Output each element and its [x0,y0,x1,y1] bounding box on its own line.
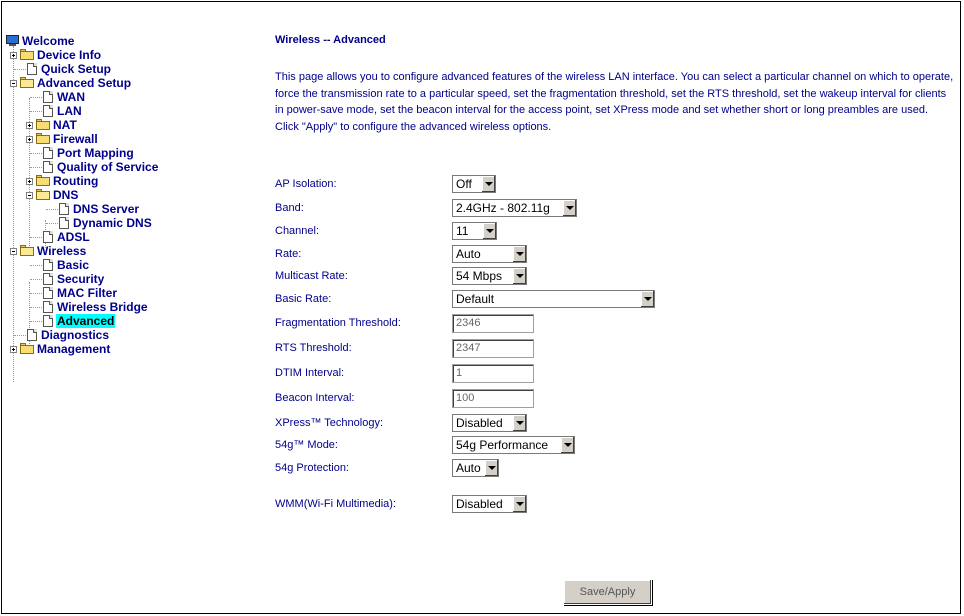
dropdown-arrow-icon[interactable] [512,246,526,262]
dropdown-arrow-icon[interactable] [640,291,654,307]
folder-open-icon [20,77,34,88]
page-icon [43,161,53,173]
dropdown-arrow-icon[interactable] [562,200,576,216]
band-label: Band: [275,202,304,214]
collapse-icon[interactable] [10,248,17,255]
page-icon [27,63,37,75]
nav-tree: Welcome Device Info Quick Setup Advanced… [2,2,252,613]
folder-icon [36,175,50,186]
dropdown-arrow-icon[interactable] [481,176,495,192]
multicast-rate-label: Multicast Rate: [275,270,348,282]
expand-icon[interactable] [10,346,17,353]
basic-rate-select[interactable]: Default [452,290,655,308]
page-icon [59,217,69,229]
expand-icon[interactable] [26,136,33,143]
rate-value: Auto [456,247,481,261]
page-icon [43,231,53,243]
monitor-icon [6,35,19,46]
page-icon [43,105,53,117]
dropdown-arrow-icon[interactable] [560,437,574,453]
band-value: 2.4GHz - 802.11g [456,201,550,215]
description-text: This page allows you to configure advanc… [275,71,954,117]
xpress-technology-value: Disabled [456,416,503,430]
multicast-rate-value: 54 Mbps [456,269,503,283]
page-icon [43,315,53,327]
instruction-text: Click "Apply" to configure the advanced … [275,120,552,133]
54g-mode-label: 54g™ Mode: [275,439,338,451]
collapse-icon[interactable] [10,80,17,87]
fragmentation-threshold-input[interactable]: 2346 [452,314,534,333]
wmm-label: WMM(Wi-Fi Multimedia): [275,498,396,510]
page-icon [43,259,53,271]
54g-mode-value: 54g Performance [456,438,549,452]
54g-mode-select[interactable]: 54g Performance [452,436,575,454]
dropdown-arrow-icon[interactable] [512,496,526,512]
dtim-interval-input[interactable]: 1 [452,364,534,383]
channel-select[interactable]: 11 [452,222,497,240]
beacon-interval-input[interactable]: 100 [452,389,534,408]
folder-icon [36,119,50,130]
rts-threshold-label: RTS Threshold: [275,342,352,354]
rate-label: Rate: [275,248,302,260]
basic-rate-value: Default [456,292,495,306]
collapse-icon[interactable] [26,192,33,199]
folder-icon [20,343,34,354]
expand-icon[interactable] [26,178,33,185]
channel-label: Channel: [275,225,320,237]
54g-protection-label: 54g Protection: [275,462,349,474]
basic-rate-label: Basic Rate: [275,293,332,305]
page-description: This page allows you to configure advanc… [275,69,955,135]
folder-icon [36,133,50,144]
rate-select[interactable]: Auto [452,245,527,263]
page-icon [43,273,53,285]
wmm-select[interactable]: Disabled [452,495,527,513]
fragmentation-threshold-label: Fragmentation Threshold: [275,317,401,329]
dtim-interval-label: DTIM Interval: [275,367,345,379]
multicast-rate-select[interactable]: 54 Mbps [452,267,527,285]
54g-protection-select[interactable]: Auto [452,459,499,477]
expand-icon[interactable] [26,122,33,129]
tree-line [13,46,14,382]
dropdown-arrow-icon[interactable] [482,223,496,239]
page-icon [43,287,53,299]
page-frame: Welcome Device Info Quick Setup Advanced… [1,1,961,614]
beacon-interval-label: Beacon Interval: [275,392,355,404]
ap-isolation-select[interactable]: Off [452,175,496,193]
xpress-technology-label: XPress™ Technology: [275,417,384,429]
expand-icon[interactable] [10,52,17,59]
page-icon [59,203,69,215]
dropdown-arrow-icon[interactable] [512,415,526,431]
folder-open-icon [20,245,34,256]
wmm-value: Disabled [456,497,503,511]
folder-icon [20,49,34,60]
page-icon [43,301,53,313]
dropdown-arrow-icon[interactable] [484,460,498,476]
page-title: Wireless -- Advanced [275,34,386,46]
xpress-technology-select[interactable]: Disabled [452,414,527,432]
page-icon [43,147,53,159]
ap-isolation-value: Off [456,177,472,191]
save-apply-button[interactable]: Save/Apply [563,579,652,605]
page-icon [43,91,53,103]
band-select[interactable]: 2.4GHz - 802.11g [452,199,577,217]
ap-isolation-label: AP Isolation: [275,178,337,190]
dropdown-arrow-icon[interactable] [512,268,526,284]
channel-value: 11 [456,224,469,238]
folder-open-icon [36,189,50,200]
rts-threshold-input[interactable]: 2347 [452,339,534,358]
page-icon [27,329,37,341]
54g-protection-value: Auto [456,461,481,475]
